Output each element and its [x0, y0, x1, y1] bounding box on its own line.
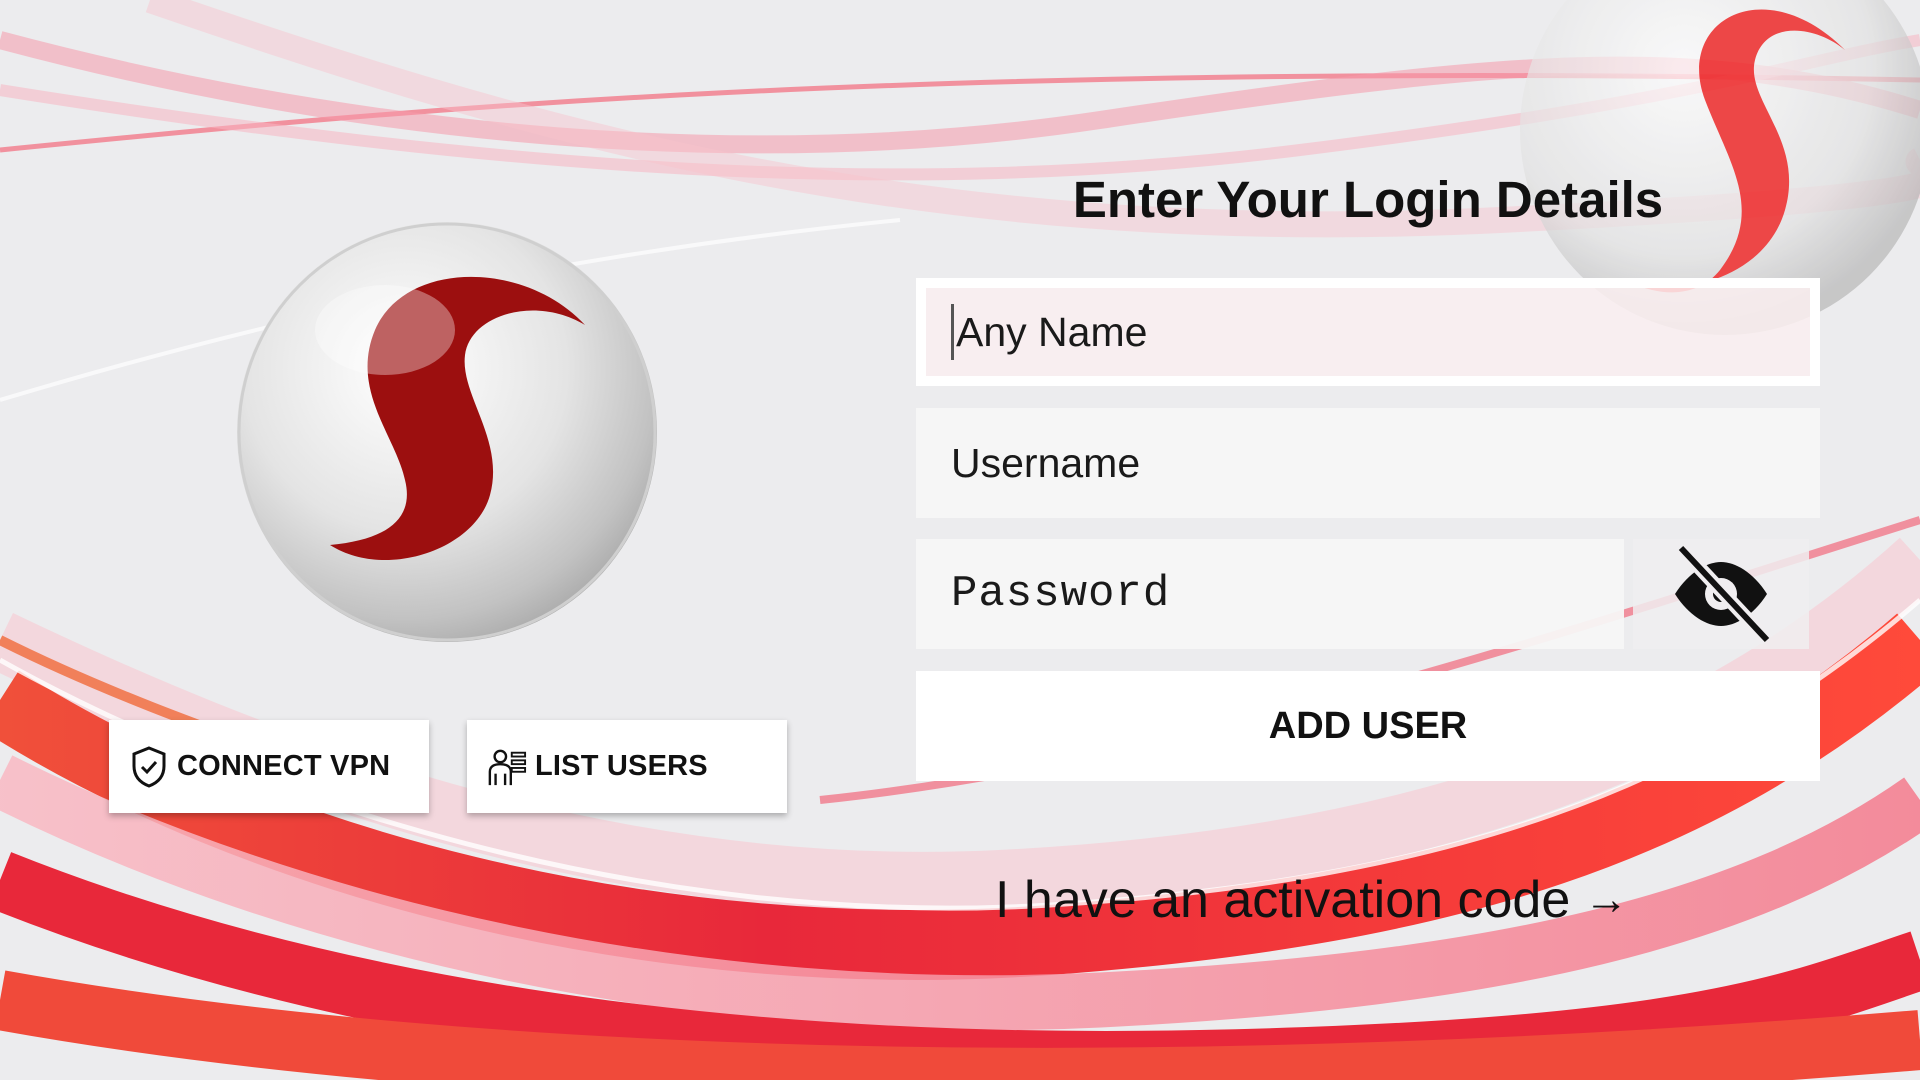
app-screen: CONNECT VPN LIST USERS Enter Your Login …: [0, 0, 1920, 1080]
connect-vpn-label: CONNECT VPN: [177, 750, 391, 782]
user-list-icon: [487, 745, 527, 789]
activation-code-link[interactable]: I have an activation code →: [995, 870, 1628, 930]
page-title: Enter Your Login Details: [1072, 171, 1664, 228]
list-users-button[interactable]: LIST USERS: [467, 720, 787, 813]
password-input[interactable]: Password: [916, 539, 1624, 649]
connect-vpn-button[interactable]: CONNECT VPN: [109, 720, 429, 813]
username-input[interactable]: Username: [916, 408, 1820, 518]
add-user-button[interactable]: ADD USER: [916, 671, 1820, 781]
app-logo: [237, 222, 657, 642]
password-placeholder: Password: [951, 569, 1171, 619]
arrow-right-icon: →: [1584, 875, 1629, 924]
any-name-input[interactable]: Any Name: [916, 278, 1820, 386]
shield-check-icon: [129, 745, 169, 789]
activation-code-label: I have an activation code: [995, 871, 1571, 929]
text-caret: [951, 304, 954, 360]
username-placeholder: Username: [951, 439, 1141, 486]
list-users-label: LIST USERS: [535, 750, 708, 782]
any-name-placeholder: Any Name: [956, 308, 1148, 355]
password-visibility-toggle[interactable]: [1633, 539, 1809, 649]
eye-off-icon: [1675, 543, 1773, 645]
